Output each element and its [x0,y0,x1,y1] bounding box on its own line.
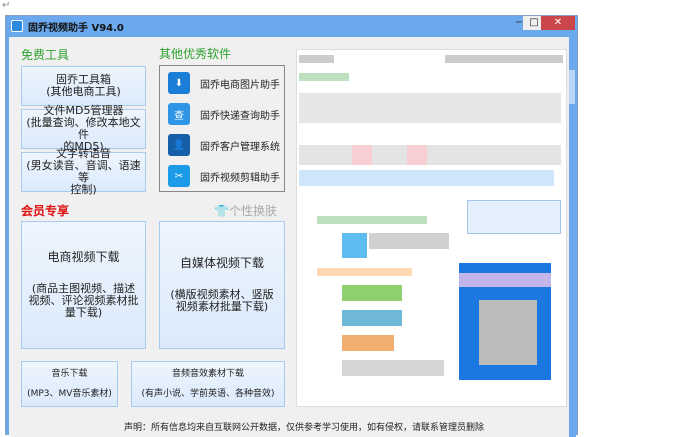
disclaimer-text: 声明：所有信息均来自互联网公开数据，仅供参考学习使用，如有侵权，请联系管理员删除 [124,423,485,433]
window-title: 固乔视频助手 V94.0 [28,23,124,34]
button-desc: 视频素材批量下载) [175,300,269,313]
software-item-video-edit[interactable]: ✂ 固乔视频剪辑助手 [168,164,280,188]
ecommerce-video-download-button[interactable]: 电商视频下载 (商品主图视频、描述 视频、评论视频素材批 量下载) [21,221,146,349]
button-desc: (MP3、MV音乐素材) [27,389,112,399]
member-heading: 会员专享 [21,204,70,218]
software-item-crm[interactable]: 👤 固乔客户管理系统 [168,133,280,157]
shirt-icon: 👕 [214,204,229,218]
button-subtitle: (批量查询、修改本地文件 [26,116,141,141]
software-label: 固乔快递查询助手 [200,110,280,122]
button-title: 自媒体视频下载 [179,256,264,270]
button-desc: (有声小说、学前英语、各种音效) [141,389,275,399]
download-icon: ⬇ [168,72,190,94]
paragraph-mark: ↵ [2,0,11,11]
button-title: 音乐下载 [51,369,88,379]
music-download-button[interactable]: 音乐下载 (MP3、MV音乐素材) [21,361,118,407]
button-subtitle: (其他电商工具) [46,85,121,98]
media-video-download-button[interactable]: 自媒体视频下载 (横版视频素材、竖版 视频素材批量下载) [159,221,285,349]
main-content: 免费工具 固乔工具箱 (其他电商工具) 文件MD5管理器 (批量查询、修改本地文… [9,37,572,437]
title-bar: 固乔视频助手 V94.0 − □ ✕ [6,16,577,36]
express-search-icon: 查 [168,103,190,125]
audio-download-button[interactable]: 音频音效素材下载 (有声小说、学前英语、各种音效) [131,361,285,407]
other-software-list: ⬇ 固乔电商图片助手 查固乔快递查询助手 👤 固乔客户管理系统 ✂ 固乔视频剪辑助手 [159,65,285,192]
software-item-image-helper[interactable]: ⬇ 固乔电商图片助手 [168,71,280,95]
software-label: 固乔电商图片助手 [200,79,280,91]
skin-label: 个性换肤 [228,204,277,218]
toolbox-button[interactable]: 固乔工具箱 (其他电商工具) [21,66,146,106]
button-subtitle: (男女读音、音调、语速等 [26,159,141,184]
blurred-preview-panel [296,49,567,407]
software-label: 固乔视频剪辑助手 [200,172,280,184]
button-desc: 量下载) [64,306,103,319]
close-button[interactable]: ✕ [541,16,575,30]
other-software-heading: 其他优秀软件 [159,47,232,61]
app-icon [11,20,23,32]
app-window: 固乔视频助手 V94.0 − □ ✕ 免费工具 固乔工具箱 (其他电商工具) 文… [5,15,578,437]
software-label: 固乔客户管理系统 [200,141,280,153]
md5-manager-button[interactable]: 文件MD5管理器 (批量查询、修改本地文件 的MD5) [21,105,146,153]
scissors-icon: ✂ [168,165,190,187]
software-item-express[interactable]: 查固乔快递查询助手 [168,102,280,126]
skin-button[interactable]: 👕个性换肤 [214,202,277,219]
button-title: 音频音效素材下载 [171,369,244,379]
button-subtitle: 控制) [70,183,97,196]
customer-icon: 👤 [168,134,190,156]
free-tools-heading: 免费工具 [21,48,70,62]
scrollbar-thumb[interactable] [569,70,575,104]
button-title: 电商视频下载 [47,250,120,264]
text-to-speech-button[interactable]: 文字转语音 (男女读音、音调、语速等 控制) [21,148,146,196]
